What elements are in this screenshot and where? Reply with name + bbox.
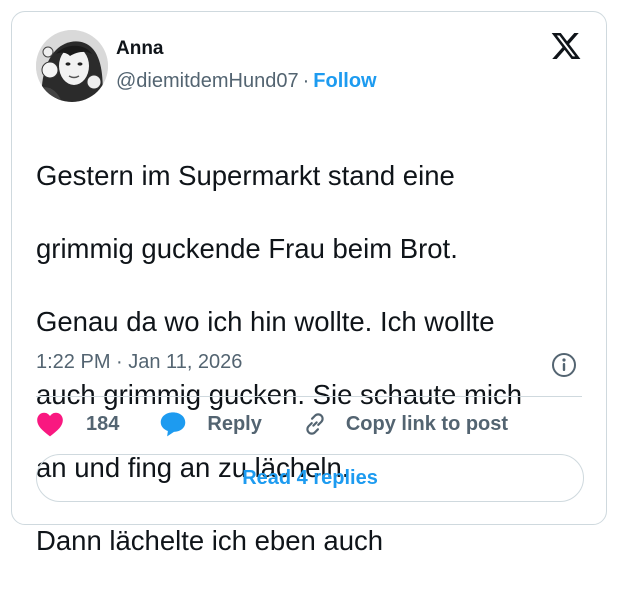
reply-button[interactable]: Reply (159, 410, 262, 438)
speech-bubble-icon (161, 412, 186, 437)
copy-link-label: Copy link to post (345, 412, 509, 435)
separator-dot: · (302, 70, 310, 92)
x-logo-icon[interactable] (550, 30, 582, 62)
tweet-text-line: auch grimmig gucken. Sie schaute mich (36, 378, 523, 410)
read-replies-button[interactable]: Read 4 replies (36, 454, 584, 502)
like-button[interactable]: 184 (36, 411, 119, 437)
like-count: 184 (86, 412, 120, 435)
avatar-image (36, 30, 108, 102)
follow-button[interactable]: Follow (313, 70, 376, 92)
tweet-timestamp[interactable]: 1:22 PM · Jan 11, 2026 (36, 351, 242, 374)
divider (36, 396, 582, 397)
tweet-card: Anna @diemitdemHund07 · Follow Gestern im … (11, 11, 607, 556)
action-bar: 184 Reply Copy link to post (36, 410, 508, 438)
copy-link-button[interactable]: Copy link to post (302, 411, 508, 437)
read-replies-label: Read 4 replies (242, 466, 378, 489)
author-name[interactable]: Anna (116, 38, 164, 60)
author-handle-row: @diemitdemHund07 · Follow (116, 70, 377, 93)
avatar[interactable] (36, 30, 108, 102)
heart-icon (37, 412, 63, 437)
tweet-text-line: Gestern im Supermarkt stand eine (36, 159, 455, 191)
tweet-text-line: Dann lächelte ich eben auch (36, 524, 384, 556)
tweet-text-line: Genau da wo ich hin wollte. Ich wollte (36, 305, 495, 337)
link-icon (306, 413, 324, 435)
author-handle[interactable]: @diemitdemHund07 (116, 70, 299, 92)
tweet-text-line: grimmig guckende Frau beim Brot. (36, 232, 458, 264)
info-icon[interactable] (551, 352, 577, 378)
reply-label: Reply (207, 412, 262, 435)
